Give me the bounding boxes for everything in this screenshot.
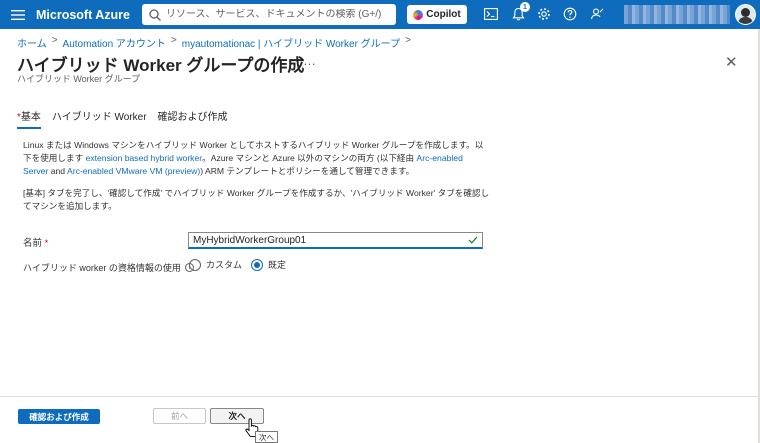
credentials-label: ハイブリッド worker の資格情報の使用 i [23,261,194,274]
hamburger-icon[interactable] [0,0,36,29]
footer-divider [0,396,760,397]
help-icon[interactable] [562,6,578,22]
gear-icon[interactable] [536,6,552,22]
breadcrumb-separator: > [51,35,58,46]
breadcrumb-separator: > [170,35,177,46]
breadcrumb-hybrid-worker-groups[interactable]: myautomationac | ハイブリッド Worker グループ [182,35,400,50]
radio-custom-circle[interactable] [189,258,201,271]
breadcrumb-automation-accounts[interactable]: Automation アカウント [63,35,166,50]
name-label-text: 名前 [23,238,43,249]
cloud-shell-icon[interactable] [483,6,499,22]
bell-icon[interactable]: 1 [510,2,530,22]
notification-badge: 1 [520,2,530,12]
name-label: 名前 * [23,235,48,249]
instruction-note: [基本] タブを完了し、'確認して作成' でハイブリッド Worker グループ… [23,188,490,211]
credentials-label-text: ハイブリッド worker の資格情報の使用 [23,263,181,273]
description-text: and [50,166,66,176]
tab-basics[interactable]: *基本 [17,108,41,129]
previous-button[interactable]: 前へ [153,408,206,424]
name-field-value: MyHybridWorkerGroup01 [193,234,307,246]
checkmark-icon [468,236,478,244]
review-create-button[interactable]: 確認および作成 [18,409,100,424]
search-input[interactable] [166,9,386,20]
search-box[interactable] [142,4,396,25]
feedback-icon[interactable] [589,6,605,22]
tab-hybrid-worker[interactable]: ハイブリッド Worker [52,108,147,129]
copilot-button[interactable]: Copilot [407,5,467,24]
copilot-icon [413,9,424,20]
credentials-radio-group: カスタム 既定 [189,258,295,271]
name-field[interactable]: MyHybridWorkerGroup01 [188,232,483,249]
breadcrumb: ホーム > Automation アカウント > myautomationac … [17,35,411,50]
tooltip: 次へ [255,431,278,443]
required-marker: * [44,238,49,249]
breadcrumb-home[interactable]: ホーム [17,35,47,50]
radio-custom-label: カスタム [206,260,243,270]
tab-basics-label: 基本 [20,112,41,123]
radio-default-circle[interactable] [251,258,264,271]
more-options-icon[interactable]: … [303,53,317,68]
brand-title[interactable]: Microsoft Azure [36,8,132,22]
description: Linux または Windows マシンをハイブリッド Worker としてホ… [23,139,488,178]
radio-default[interactable]: 既定 [251,258,286,271]
tab-review-create[interactable]: 確認および作成 [158,108,228,129]
radio-default-label: 既定 [268,260,287,270]
tab-list: *基本 ハイブリッド Worker 確認および作成 [17,108,239,129]
search-icon [149,8,161,21]
breadcrumb-separator: > [405,35,411,46]
radio-custom[interactable]: カスタム [189,258,242,271]
extension-hybrid-worker-link[interactable]: extension based hybrid worker [86,153,203,163]
copilot-label: Copilot [426,9,461,20]
description-text: ) ARM テンプレートとポリシーを通して管理できます。 [200,166,415,176]
page-subtitle: ハイブリッド Worker グループ [17,74,141,84]
avatar[interactable] [735,4,756,25]
account-info-blurred[interactable] [624,5,730,24]
description-text: 。Azure マシンと Azure 以外のマシンの両方 (以下経由 [202,153,415,163]
arc-enabled-vmware-link[interactable]: Arc-enabled VMware VM (preview) [67,166,200,176]
close-icon[interactable]: ✕ [725,53,738,71]
